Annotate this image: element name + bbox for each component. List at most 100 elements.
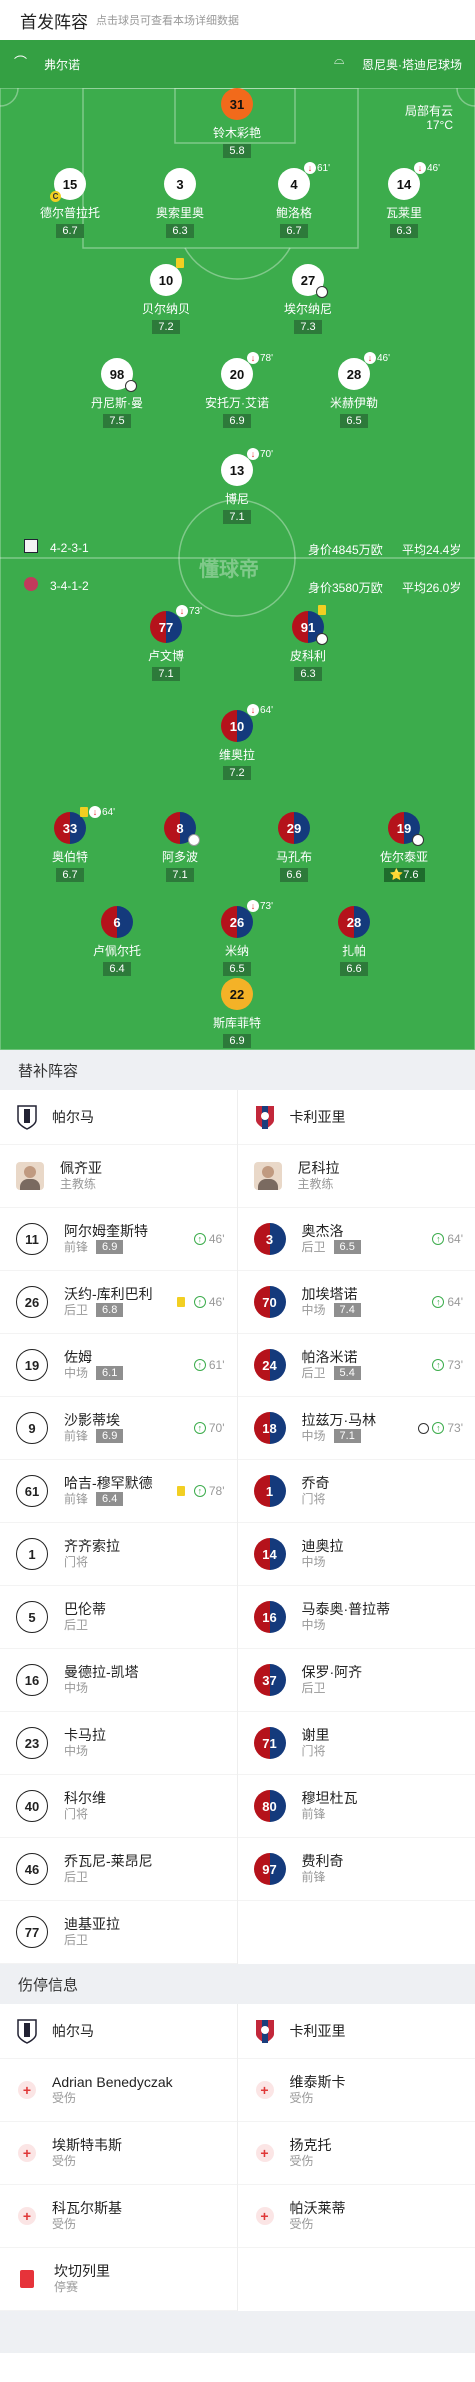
player-marker[interactable]: 15 C 德尔普拉托 6.7 (22, 168, 118, 239)
player-position: 后卫 (64, 1933, 89, 1947)
assist-icon (188, 834, 200, 846)
home-team-header[interactable]: 帕尔马 (0, 1090, 237, 1145)
player-marker[interactable]: 3 奥索里奥 6.3 (132, 168, 228, 239)
player-name: 皮科利 (289, 649, 326, 663)
player-position: 中场 (301, 1618, 326, 1632)
player-number: 46 (16, 1853, 48, 1885)
player-marker[interactable]: 98 丹尼斯·曼 7.5 (69, 358, 165, 429)
injury-status: 受伤 (289, 2217, 314, 2231)
player-name: 拉兹万·马林 (301, 1412, 377, 1428)
sub-off-icon: ↓ (176, 605, 188, 617)
player-marker[interactable]: 6 卢佩尔托 6.4 (69, 906, 165, 977)
player-marker[interactable]: 77 ↓ 73' 卢文博 7.1 (118, 605, 214, 682)
sub-player-row[interactable]: 46 乔瓦尼-莱昂尼 后卫 (0, 1838, 237, 1901)
player-marker[interactable]: 8 阿多波 7.1 (132, 812, 228, 883)
player-name: 科瓦尔斯基 (52, 2200, 122, 2216)
player-marker[interactable]: 29 马孔布 6.6 (246, 812, 342, 883)
sub-player-row[interactable]: 71 谢里 门将 (237, 1712, 475, 1775)
player-marker[interactable]: 20 ↓ 78' 安托万·艾诺 6.9 (189, 352, 285, 429)
sub-off-icon: ↓ (304, 162, 316, 174)
player-number: 31 (221, 88, 253, 120)
player-position: 中场 (301, 1429, 326, 1443)
injury-cross-icon: + (255, 2144, 274, 2162)
sub-player-row[interactable]: 77 迪基亚拉 后卫 (0, 1901, 237, 1964)
sub-player-row[interactable]: 1 齐齐索拉 门将 (0, 1523, 237, 1586)
sub-player-row[interactable]: 14 迪奥拉 中场 (237, 1523, 475, 1586)
sub-player-row[interactable]: 19 佐姆 中场 6.1 ↑ 61' (0, 1334, 237, 1397)
sub-player-row[interactable]: 40 科尔维 门将 (0, 1775, 237, 1838)
player-name: 哈吉-穆罕默德 (64, 1475, 153, 1491)
injury-row[interactable]: + 埃斯特韦斯 受伤 (0, 2122, 237, 2185)
away-team-header[interactable]: 卡利亚里 (237, 1090, 475, 1145)
injury-row[interactable]: + Adrian Benedyczak 受伤 (0, 2059, 237, 2122)
home-team-crest-icon (24, 539, 38, 553)
player-marker[interactable]: 10 贝尔纳贝 7.2 (118, 258, 214, 335)
away-formation: 3-4-1-2 (50, 579, 89, 593)
away-coach[interactable]: 尼科拉 主教练 (237, 1145, 475, 1208)
player-marker[interactable]: 19 佐尔泰亚 ⭐7.6 (356, 812, 452, 883)
player-number: 16 (253, 1601, 286, 1633)
away-team-header[interactable]: 卡利亚里 (237, 2004, 475, 2059)
player-marker[interactable]: 31 铃木彩艳 5.8 (189, 88, 285, 159)
sub-time: 73' (447, 1421, 463, 1435)
sub-player-row[interactable]: 70 加埃塔诺 中场 7.4 ↑ 64' (237, 1271, 475, 1334)
sub-player-row[interactable]: 24 帕洛米诺 后卫 5.4 ↑ 73' (237, 1334, 475, 1397)
player-position: 门将 (301, 1492, 326, 1506)
home-coach[interactable]: 佩齐亚 主教练 (0, 1145, 237, 1208)
sub-off-icon: ↓ (89, 806, 101, 818)
player-marker[interactable]: 10 ↓ 64' 维奥拉 7.2 (189, 704, 285, 781)
sub-player-row[interactable]: 1 乔奇 门将 (237, 1460, 475, 1523)
injury-row[interactable]: + 科瓦尔斯基 受伤 (0, 2185, 237, 2248)
player-marker[interactable]: 13 ↓ 70' 博尼 7.1 (189, 448, 285, 525)
sub-player-row[interactable]: 16 马泰奥·普拉蒂 中场 (237, 1586, 475, 1649)
injury-cross-icon: + (18, 2207, 36, 2225)
player-rating: 7.1 (166, 868, 194, 882)
coach-name: 尼科拉 (297, 1160, 340, 1176)
injury-cross-icon: + (18, 2144, 36, 2162)
player-position: 中场 (64, 1366, 89, 1380)
home-team-header[interactable]: 帕尔马 (0, 2004, 237, 2059)
player-rating: 6.3 (166, 224, 194, 238)
sub-player-row[interactable]: 80 穆坦杜瓦 前锋 (237, 1775, 475, 1838)
injury-row[interactable]: + 扬克托 受伤 (237, 2122, 475, 2185)
player-name: 科尔维 (64, 1790, 106, 1806)
sub-player-row[interactable]: 18 拉兹万·马林 中场 7.1 ↑ 73' (237, 1397, 475, 1460)
goal-ball-icon (125, 380, 137, 392)
player-marker[interactable]: 28 扎帕 6.6 (306, 906, 402, 977)
player-number: 71 (253, 1727, 286, 1759)
player-name: 乔瓦尼-莱昂尼 (64, 1853, 153, 1869)
whistle-icon: ⌒ (14, 55, 28, 70)
player-marker[interactable]: 33 ↓ 64' 奥伯特 6.7 (22, 806, 118, 883)
injury-row[interactable]: + 维泰斯卡 受伤 (237, 2059, 475, 2122)
player-rating: 7.2 (223, 766, 251, 780)
sub-player-row[interactable]: 37 保罗·阿齐 后卫 (237, 1649, 475, 1712)
player-marker[interactable]: 4 ↓ 61' 鲍洛格 6.7 (246, 162, 342, 239)
sub-player-row[interactable]: 97 费利奇 前锋 (237, 1838, 475, 1901)
player-name: 佐尔泰亚 (379, 850, 428, 864)
sub-player-row[interactable]: 16 曼德拉-凯塔 中场 (0, 1649, 237, 1712)
sub-player-row[interactable]: 9 沙影蒂埃 前锋 6.9 ↑ 70' (0, 1397, 237, 1460)
sub-player-row[interactable]: 3 奥杰洛 后卫 6.5 ↑ 64' (237, 1208, 475, 1271)
player-marker[interactable]: 22 斯库菲特 6.9 (189, 978, 285, 1049)
player-marker[interactable]: 28 ↓ 46' 米赫伊勒 6.5 (306, 352, 402, 429)
sub-player-row[interactable]: 5 巴伦蒂 后卫 (0, 1586, 237, 1649)
sub-on-icon: ↑ (193, 1422, 206, 1434)
sub-off-event: ↓ 46' (414, 162, 440, 174)
player-rating: 6.3 (294, 667, 322, 681)
sub-player-row[interactable]: 61 哈吉-穆罕默德 前锋 6.4 ↑ 78' (0, 1460, 237, 1523)
sub-player-row[interactable]: 23 卡马拉 中场 (0, 1712, 237, 1775)
player-marker[interactable]: 27 埃尔纳尼 7.3 (260, 264, 356, 335)
sub-time: 70' (208, 1421, 225, 1435)
player-marker[interactable]: 91 皮科利 6.3 (260, 605, 356, 682)
yellow-card-icon (176, 258, 184, 268)
sub-on-icon: ↑ (193, 1485, 206, 1497)
injury-row[interactable]: 坎切列里 停赛 (0, 2248, 237, 2311)
player-number: 19 (16, 1349, 48, 1381)
player-marker[interactable]: 26 ↓ 73' 米纳 6.5 (189, 900, 285, 977)
player-number: 15 (62, 176, 78, 192)
player-rating: 7.5 (103, 414, 131, 428)
sub-player-row[interactable]: 26 沃约-库利巴利 后卫 6.8 ↑ 46' (0, 1271, 237, 1334)
injury-row[interactable]: + 帕沃莱蒂 受伤 (237, 2185, 475, 2248)
player-marker[interactable]: 14 ↓ 46' 瓦莱里 6.3 (356, 162, 452, 239)
sub-player-row[interactable]: 11 阿尔姆奎斯特 前锋 6.9 ↑ 46' (0, 1208, 237, 1271)
